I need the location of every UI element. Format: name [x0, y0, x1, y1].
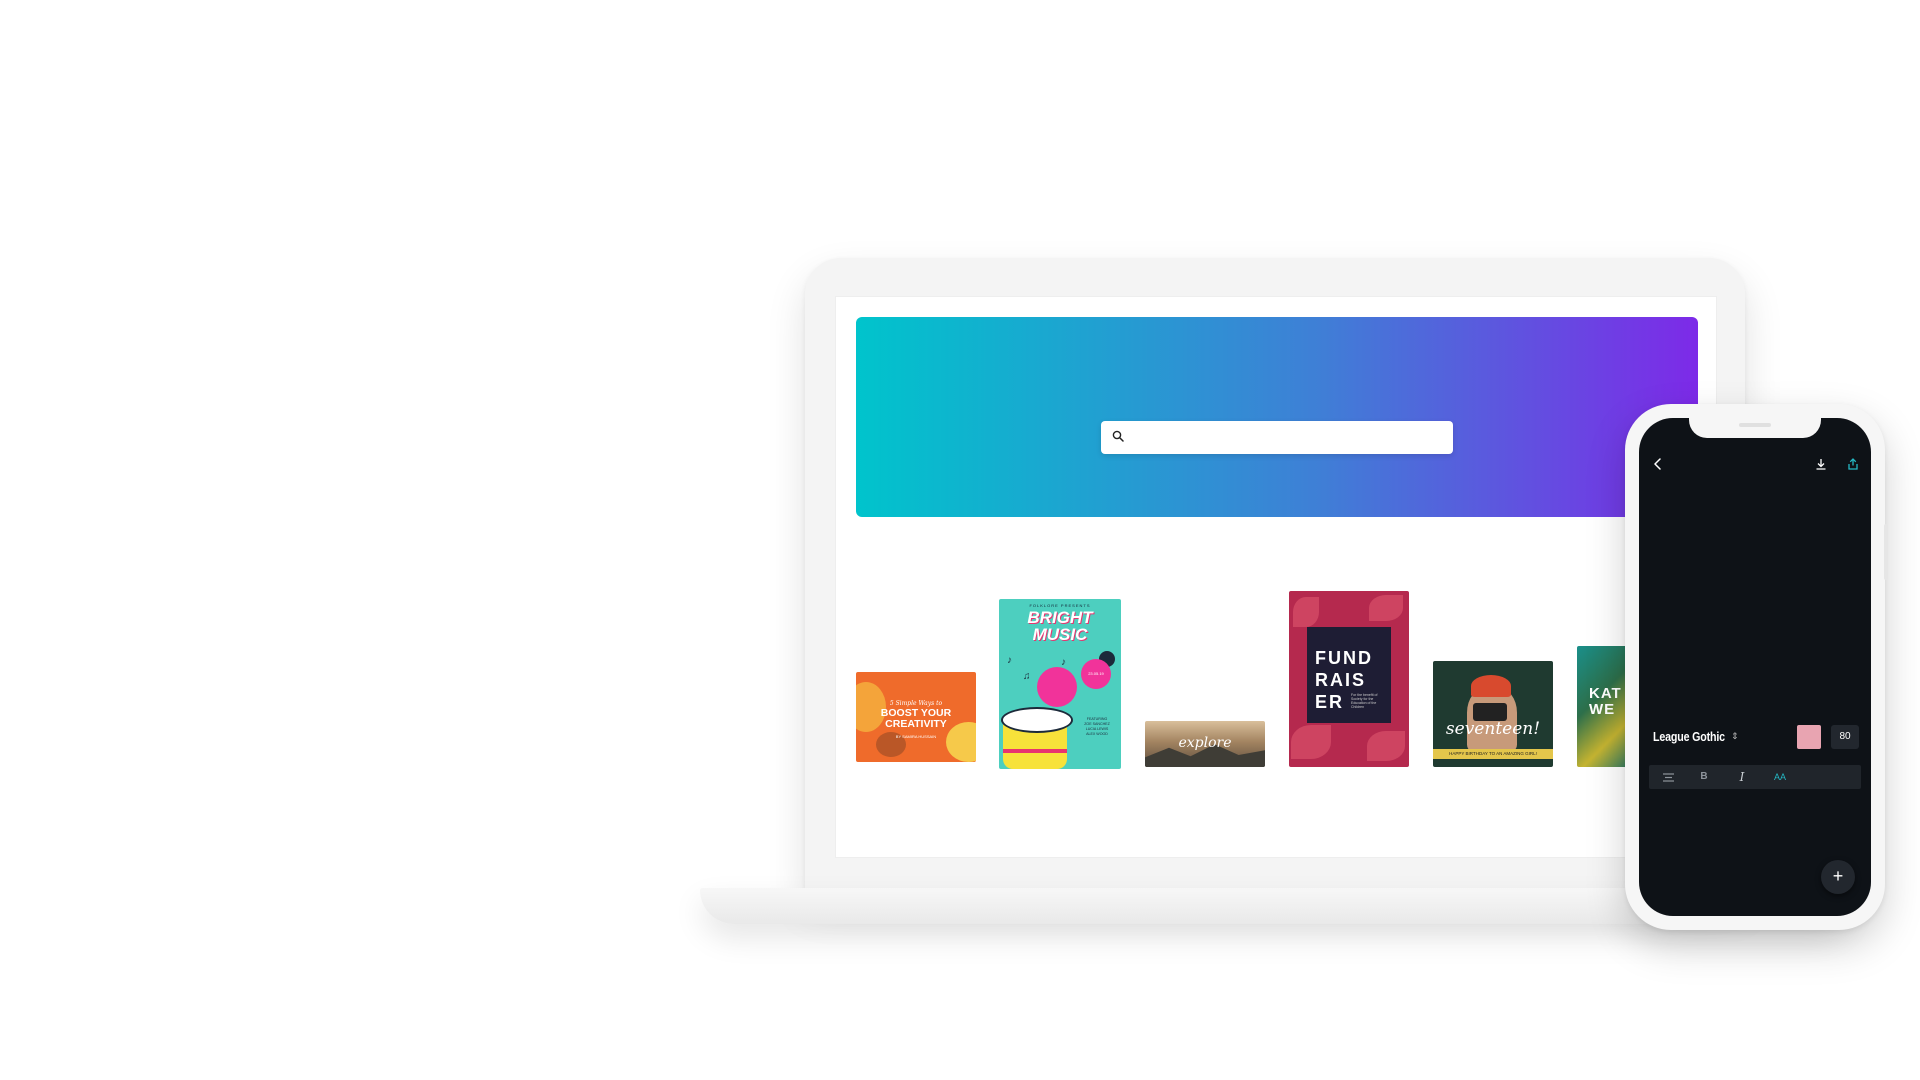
sort-arrows-icon[interactable]: ⇕	[1731, 731, 1739, 741]
bold-button[interactable]: B	[1689, 765, 1719, 789]
align-center-icon	[1662, 773, 1674, 782]
template-title: KAT WE	[1589, 686, 1622, 718]
decor-leaf	[1367, 731, 1405, 761]
template-details: FEATURING ZOE SANCHEZ LUCIA LEWIS ALEX W…	[1077, 717, 1117, 737]
template-title-line: FUND	[1315, 648, 1373, 668]
phone-screen: League Gothic ⇕ 80 B I AA +	[1639, 418, 1871, 916]
download-icon[interactable]	[1815, 458, 1827, 470]
template-subtitle: 5 Simple Ways to	[889, 700, 943, 707]
laptop-lid: 5 Simple Ways to BOOST YOUR CREATIVITY B…	[805, 258, 1745, 892]
template-title-line: CREATIVITY	[885, 718, 947, 730]
template-card[interactable]: seventeen! HAPPY BIRTHDAY TO AN AMAZING …	[1433, 661, 1553, 767]
chevron-left-icon[interactable]	[1653, 458, 1663, 470]
hat-illustration	[1471, 675, 1511, 697]
music-note-icon: ♪	[1007, 655, 1012, 666]
template-banner-strip: HAPPY BIRTHDAY TO AN AMAZING GIRL!	[1433, 749, 1553, 759]
drum-band	[1003, 749, 1067, 753]
decor-circle	[1037, 667, 1077, 707]
template-title-line: BRIGHT	[1027, 608, 1093, 627]
template-card[interactable]: FOLKLORE PRESENTS BRIGHT MUSIC 23.05.19 …	[999, 599, 1121, 769]
phone-side-button	[1884, 524, 1888, 580]
drum-head	[1001, 707, 1073, 733]
template-title: BRIGHT MUSIC	[999, 609, 1121, 643]
add-button[interactable]: +	[1821, 860, 1855, 894]
template-detail-line: ALEX WOOD	[1086, 732, 1108, 736]
template-date: 23.05.19	[1081, 659, 1111, 689]
template-title: explore	[1178, 735, 1232, 751]
template-title: BOOST YOUR CREATIVITY	[856, 708, 976, 730]
phone-notch	[1689, 418, 1821, 438]
decor-leaf	[1291, 725, 1331, 759]
italic-button[interactable]: I	[1727, 765, 1757, 789]
laptop-screen: 5 Simple Ways to BOOST YOUR CREATIVITY B…	[835, 296, 1717, 858]
align-center-button[interactable]	[1653, 765, 1683, 789]
template-card[interactable]: FUND RAIS ER For the benefit of Society …	[1289, 591, 1409, 767]
music-note-icon: ♪	[1061, 657, 1066, 668]
template-title-line: RAIS	[1315, 670, 1367, 690]
music-note-icon: ♫	[1023, 671, 1031, 682]
template-title-line: KAT	[1589, 685, 1622, 702]
template-subtitle: For the benefit of Society for the Educa…	[1351, 693, 1378, 709]
template-title-line: WE	[1589, 701, 1616, 718]
template-card[interactable]: explore	[1145, 721, 1265, 767]
template-title-line: MUSIC	[1032, 625, 1088, 644]
template-byline: BY SAMIRA HUSSAIN	[895, 734, 937, 739]
text-color-swatch[interactable]	[1797, 725, 1821, 749]
template-title: seventeen!	[1445, 719, 1541, 739]
decor-leaf	[1293, 597, 1319, 627]
phone-device: League Gothic ⇕ 80 B I AA +	[1625, 404, 1888, 930]
share-icon[interactable]	[1847, 458, 1859, 470]
font-selector[interactable]: League Gothic	[1653, 729, 1725, 744]
uppercase-button[interactable]: AA	[1765, 765, 1795, 789]
font-size-field[interactable]: 80	[1831, 725, 1859, 749]
format-toolbar: B I AA	[1649, 765, 1861, 789]
decor-leaf	[1369, 595, 1403, 621]
template-list: 5 Simple Ways to BOOST YOUR CREATIVITY B…	[856, 297, 1716, 857]
template-card[interactable]: 5 Simple Ways to BOOST YOUR CREATIVITY B…	[856, 672, 976, 762]
